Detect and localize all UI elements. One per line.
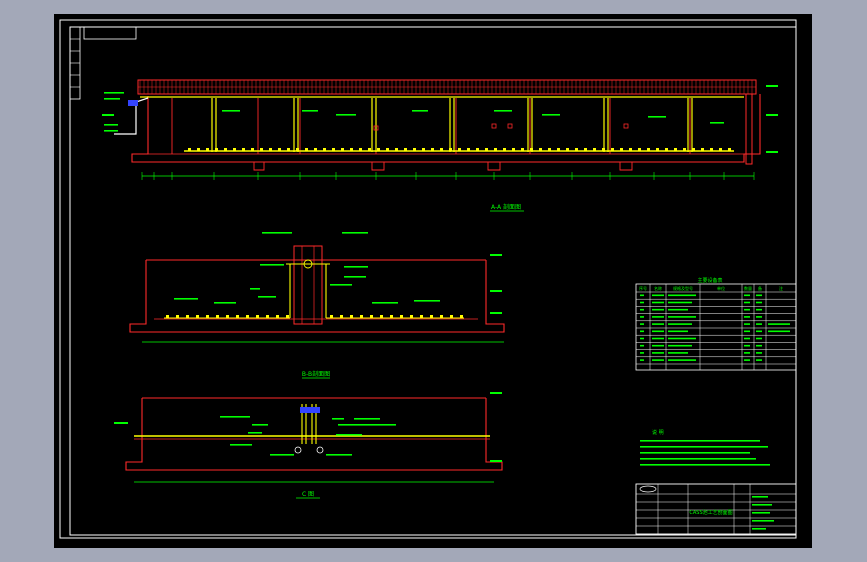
stamp-box	[83, 26, 137, 40]
table-header-cell: 数量	[744, 285, 752, 291]
table-header-cell: 序号	[639, 285, 647, 291]
section-bb: B-B剖面图	[129, 232, 505, 379]
notes-title: 说 明	[652, 429, 664, 436]
bb-title: B-B剖面图	[302, 370, 330, 378]
drawing-sheet: A-A 剖面图 B-B剖面图 C 图 主要设备表 序号 名称 规格及型号 单位 …	[54, 14, 812, 548]
table-header-cell: 名称	[654, 285, 662, 291]
title-block: CASS池工艺剖面图	[635, 483, 797, 535]
drawing-title: CASS池工艺剖面图	[689, 509, 732, 516]
cad-drawing: A-A 剖面图 B-B剖面图 C 图 主要设备表 序号 名称 规格及型号 单位 …	[59, 19, 797, 539]
notes-block: 说 明	[640, 429, 770, 466]
outer-frame	[59, 19, 797, 539]
table-header-cell: 备	[758, 285, 762, 291]
table-header-cell: 单位	[717, 285, 725, 291]
aa-title: A-A 剖面图	[491, 203, 521, 211]
table-header-cell: 注	[779, 285, 783, 291]
bb-tank-outline	[129, 260, 505, 333]
section-c: C 图	[114, 392, 503, 499]
section-aa: A-A 剖面图	[102, 79, 778, 212]
table-header-cell: 规格及型号	[673, 285, 693, 291]
c-title: C 图	[302, 491, 314, 498]
table-title: 主要设备表	[697, 277, 722, 284]
equipment-table: 主要设备表 序号 名称 规格及型号 单位 数量备 注	[635, 277, 797, 371]
